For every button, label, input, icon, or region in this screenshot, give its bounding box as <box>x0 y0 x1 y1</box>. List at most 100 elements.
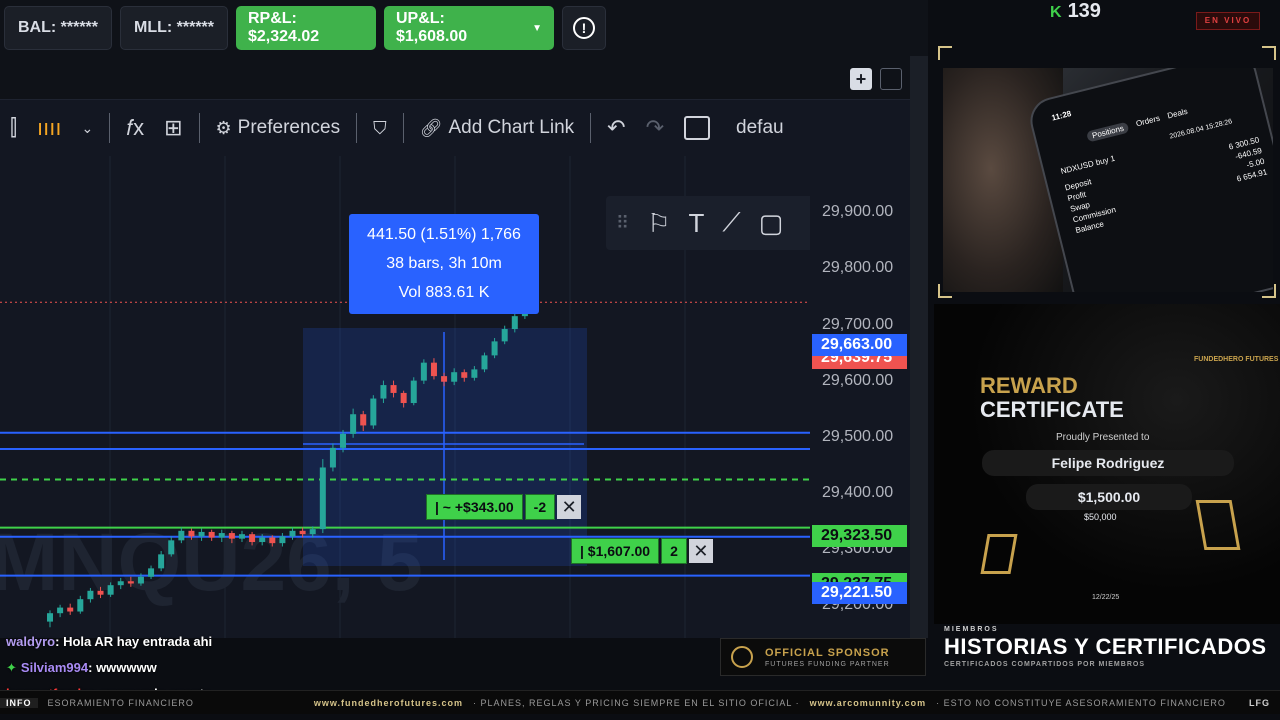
viewer-count-value: 139 <box>1067 0 1101 22</box>
candle-body <box>148 568 155 577</box>
section-kicker: MIEMBROS <box>944 626 999 633</box>
candle-body <box>511 316 518 330</box>
candle-body <box>67 607 74 612</box>
candle-body <box>228 533 235 539</box>
drag-handle-icon[interactable]: ⠿ <box>616 213 629 234</box>
text-tool-icon[interactable]: T <box>689 208 705 239</box>
position-value: | $1,607.00 <box>571 538 660 564</box>
chat-text: : Hola AR hay entrada ahi <box>55 634 213 649</box>
cert-date: 12/22/25 <box>1092 594 1120 601</box>
cert-title-1: REWARD <box>980 373 1078 398</box>
chat-username: Silviam994 <box>20 660 89 675</box>
position-tag[interactable]: | $1,607.00 2 ✕ <box>571 538 713 564</box>
add-chart-icon[interactable]: + <box>850 68 872 90</box>
price-tick: 29,600.00 <box>822 371 894 389</box>
candle-body <box>47 613 53 622</box>
section-heading: HISTORIAS Y CERTIFICADOS <box>944 634 1267 659</box>
account-bar: BAL: ****** MLL: ****** RP&L: $2,324.02 … <box>0 0 928 56</box>
chart-scrollbar[interactable] <box>910 56 928 638</box>
chat-username: waldyro <box>6 634 56 649</box>
cert-amount: $1,500.00 <box>1026 484 1192 510</box>
close-icon[interactable]: ✕ <box>688 539 713 563</box>
subscriber-badge-icon: ✦ <box>6 660 17 675</box>
candle-body <box>420 362 427 381</box>
price-tick: 29,700.00 <box>822 315 894 333</box>
chart-header: + <box>0 56 928 100</box>
candle-body <box>299 530 306 535</box>
rectangle-tool-icon[interactable]: ▢ <box>759 208 784 239</box>
candle-body <box>238 534 245 539</box>
flag-icon[interactable]: ⚐ <box>647 208 670 239</box>
info-ticker: INFO ESORAMIENTO FINANCIERO www.fundedhe… <box>0 690 1280 714</box>
webcam-video: 11:28 Positions Orders Deals NDXUSD buy … <box>943 68 1273 292</box>
candle-body <box>87 590 94 600</box>
candle-body <box>178 530 185 541</box>
candle-body <box>57 607 64 614</box>
candle-body <box>309 529 316 535</box>
section-subheading: CERTIFICADOS COMPARTIDOS POR MIEMBROS <box>944 661 1145 668</box>
candle-body <box>410 380 417 404</box>
candle-body <box>400 392 407 404</box>
chat-message: waldyro: Hola AR hay entrada ahi <box>6 634 212 649</box>
candle-body <box>249 534 256 543</box>
chat-message: ✦ Silviam994: wwwwww <box>6 660 157 676</box>
cert-brand: FUNDEDHERO FUTURES <box>1194 356 1279 363</box>
candle-body <box>107 585 114 595</box>
gold-shape-icon <box>980 534 1018 574</box>
ticker-end: LFG <box>1249 697 1270 708</box>
ticker-right-text: · ESTO NO CONSTITUYE ASESORAMIENTO FINAN… <box>936 697 1226 708</box>
candle-body <box>441 376 448 382</box>
line-tool-icon[interactable]: ⟋ <box>722 207 740 239</box>
last-price-label: 29,663.00 <box>812 334 907 357</box>
candle-body <box>451 372 458 382</box>
stop-order-qty: -2 <box>524 494 556 520</box>
balance-pill[interactable]: BAL: ****** <box>4 6 112 50</box>
position-qty: 2 <box>661 538 687 564</box>
frame-corner <box>1262 46 1276 60</box>
candle-body <box>380 385 387 399</box>
ticker-site-1[interactable]: www.fundedherofutures.com <box>314 698 463 708</box>
alert-icon: ! <box>573 17 595 39</box>
candle-body <box>188 530 195 537</box>
measure-tooltip: 441.50 (1.51%) 1,766 38 bars, 3h 10m Vol… <box>349 214 539 314</box>
measure-line-3: Vol 883.61 K <box>398 284 490 301</box>
candle-body <box>198 531 205 537</box>
close-icon[interactable]: ✕ <box>557 495 582 519</box>
candle-body <box>430 362 437 377</box>
candle-body <box>471 369 478 378</box>
candle-body <box>77 599 84 612</box>
phone-tab: Positions <box>1086 121 1130 143</box>
ticker-site-2[interactable]: www.arcomunnity.com <box>810 698 927 708</box>
stop-order-tag[interactable]: | ~ +$343.00 -2 ✕ <box>426 494 582 520</box>
phone-row-value <box>1268 177 1271 188</box>
realized-pnl-pill[interactable]: RP&L: $2,324.02 <box>236 6 376 50</box>
viewer-count: K 139 <box>1050 0 1101 23</box>
measure-line-2: 38 bars, 3h 10m <box>386 255 502 272</box>
webcam-frame: 11:28 Positions Orders Deals NDXUSD buy … <box>938 46 1276 298</box>
candle-body <box>137 576 144 584</box>
price-tick: 29,900.00 <box>822 203 894 221</box>
fundedhero-logo-icon <box>731 646 753 668</box>
candle-body <box>461 372 468 378</box>
candle-body <box>340 433 347 448</box>
unrealized-pnl-label: UP&L: $1,608.00 <box>396 10 468 45</box>
cert-name: Felipe Rodriguez <box>982 450 1234 476</box>
price-scale[interactable]: 29,900.00 29,800.00 29,700.00 29,600.00 29,5… <box>810 156 910 669</box>
candle-body <box>329 447 336 468</box>
unrealized-pnl-pill[interactable]: UP&L: $1,608.00 ▼ <box>384 6 554 50</box>
gold-shape-icon <box>1195 500 1241 550</box>
sponsor-title: OFFICIAL SPONSOR <box>765 646 890 659</box>
phone-tab: Orders <box>1135 113 1161 129</box>
candle-body <box>269 537 276 544</box>
measure-line-1: 441.50 (1.51%) 1,766 <box>367 226 521 243</box>
ticker-mid-text: · PLANES, REGLAS Y PRICING SIEMPRE EN EL… <box>473 697 800 708</box>
alert-button[interactable]: ! <box>562 6 606 50</box>
candle-body <box>319 467 326 530</box>
phone-date: 2026.08.04 15:28:26 <box>1168 118 1233 141</box>
candle-body <box>350 414 357 434</box>
mll-pill[interactable]: MLL: ****** <box>120 6 228 50</box>
live-badge: EN VIVO <box>1196 12 1260 30</box>
candle-body <box>259 537 266 543</box>
candle-body <box>127 581 134 584</box>
maximize-icon[interactable] <box>880 68 902 90</box>
